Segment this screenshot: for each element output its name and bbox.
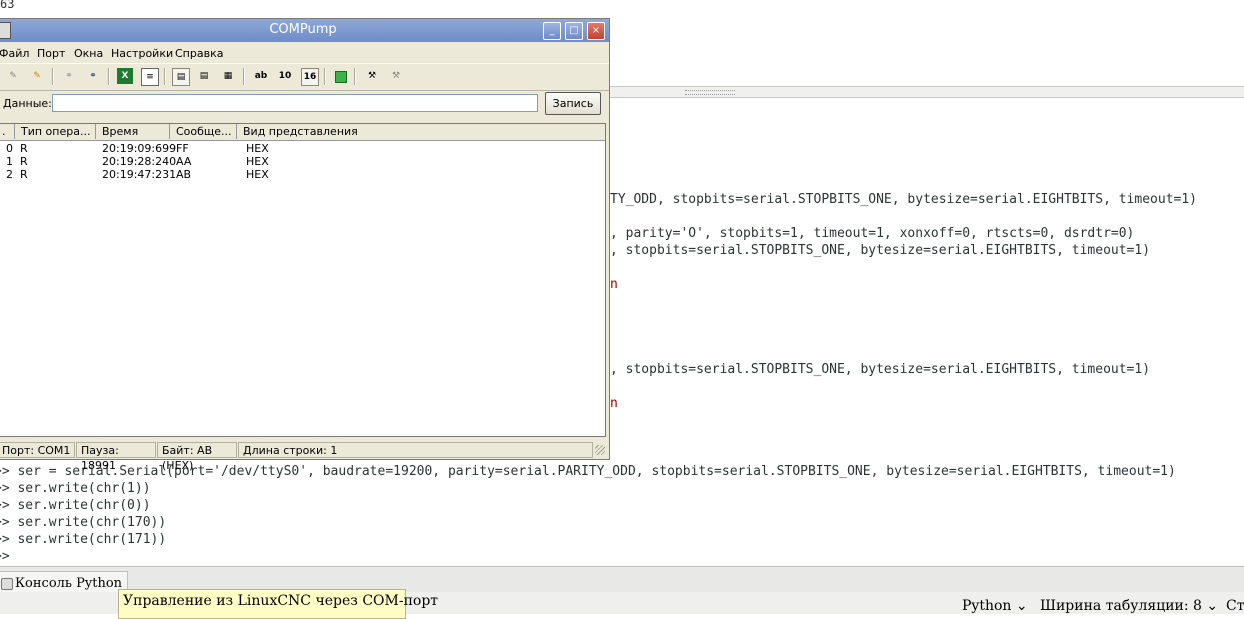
code-line: , parity='O', stopbits=1, timeout=1, xon… xyxy=(610,226,1135,241)
row-type: R xyxy=(20,155,28,168)
status-bar: Порт: COM1 Пауза: 18991 Байт: AB (HEX) Д… xyxy=(0,441,609,472)
view-list-icon[interactable]: ▤ xyxy=(196,68,212,84)
row-type: R xyxy=(20,168,28,181)
list-row[interactable]: 2 R 20:19:47:231 AB HEX xyxy=(0,168,605,181)
dec-view-icon[interactable]: 10 xyxy=(277,68,293,84)
green-status-icon[interactable] xyxy=(335,71,347,83)
status-pause: Пауза: 18991 xyxy=(76,442,156,472)
tab-width-label: Ширина табуляции: 8 xyxy=(1040,598,1202,614)
row-view: HEX xyxy=(246,142,269,155)
data-label: Данные: xyxy=(3,97,52,110)
tab-width-selector[interactable]: Ширина табуляции: 8 ⌄ xyxy=(1040,598,1218,614)
status-length: Длина строки: 1 xyxy=(238,442,593,458)
menu-port[interactable]: Порт xyxy=(37,47,65,60)
list-header: . Тип опера... Время Сообще... Вид предс… xyxy=(0,124,605,141)
console-prompt[interactable]: >> xyxy=(0,549,10,564)
row-time: 20:19:09:699 xyxy=(102,142,177,155)
console-line: >> ser.write(chr(170)) xyxy=(0,515,167,530)
toolbar-separator xyxy=(243,68,245,85)
console-line: >> ser.write(chr(171)) xyxy=(0,532,167,547)
tooltip-text: Управление из LinuxCNC через COM-порт xyxy=(123,593,439,609)
excel-icon[interactable]: X xyxy=(117,68,133,84)
row-type: R xyxy=(20,142,28,155)
compump-window: COMPump _ □ × Файл Порт Окна Настройки С… xyxy=(0,18,610,472)
row-message: AA xyxy=(176,155,192,168)
open-port-icon[interactable]: ✎ xyxy=(5,68,21,84)
resize-grip[interactable] xyxy=(595,445,605,455)
row-view: HEX xyxy=(246,168,269,181)
row-time: 20:19:47:231 xyxy=(102,168,177,181)
list-row[interactable]: 1 R 20:19:28:240 AA HEX xyxy=(0,155,605,168)
code-line: TY_ODD, stopbits=serial.STOPBITS_ONE, by… xyxy=(610,192,1197,207)
toolbar-separator xyxy=(324,68,326,85)
write-button[interactable]: Запись xyxy=(545,92,601,115)
message-list[interactable]: . Тип опера... Время Сообще... Вид предс… xyxy=(0,123,606,437)
window-title: COMPump xyxy=(269,22,337,37)
console-line: >> ser.write(chr(0)) xyxy=(0,498,151,513)
code-line: , stopbits=serial.STOPBITS_ONE, bytesize… xyxy=(610,243,1151,258)
menu-windows[interactable]: Окна xyxy=(74,47,103,60)
view-grid-icon[interactable]: ▦ xyxy=(220,68,236,84)
title-bar[interactable]: COMPump _ □ × xyxy=(0,19,609,42)
column-index[interactable]: . xyxy=(0,124,15,139)
minimize-button[interactable]: _ xyxy=(543,22,561,40)
row-index: 0 xyxy=(6,142,13,155)
list-row[interactable]: 0 R 20:19:09:699 FF HEX xyxy=(0,142,605,155)
column-type[interactable]: Тип опера... xyxy=(15,124,96,139)
column-message[interactable]: Сообще... xyxy=(170,124,237,139)
status-port: Порт: COM1 xyxy=(0,442,75,458)
row-index: 1 xyxy=(6,155,13,168)
row-message: AB xyxy=(176,168,192,181)
connect-icon[interactable]: ⚭ xyxy=(85,68,101,84)
settings-tools-icon[interactable]: ⚒ xyxy=(388,68,404,84)
toolbar-separator xyxy=(52,68,54,85)
menu-bar: Файл Порт Окна Настройки Справка xyxy=(0,43,609,63)
toolbar-separator xyxy=(164,68,166,85)
menu-settings[interactable]: Настройки xyxy=(111,47,173,60)
view-table-icon[interactable]: ▤ xyxy=(172,68,190,86)
hex-view-icon[interactable]: 16 xyxy=(301,68,319,86)
toolbar-separator xyxy=(354,68,356,85)
tooltip: Управление из LinuxCNC через COM-порт xyxy=(118,589,438,619)
console-line: >> ser.write(chr(1)) xyxy=(0,481,151,496)
notepad-icon[interactable]: ≡ xyxy=(141,68,159,86)
column-time[interactable]: Время xyxy=(96,124,170,139)
pane-divider[interactable] xyxy=(610,86,1244,98)
menu-help[interactable]: Справка xyxy=(175,47,223,60)
code-line: n xyxy=(610,277,618,292)
tab-label: Консоль Python xyxy=(15,576,123,591)
console-icon xyxy=(1,578,13,590)
close-button[interactable]: × xyxy=(587,22,605,40)
menu-file[interactable]: Файл xyxy=(0,47,29,60)
code-line: , stopbits=serial.STOPBITS_ONE, bytesize… xyxy=(610,362,1151,377)
ascii-view-icon[interactable]: ab xyxy=(253,68,269,84)
close-port-icon[interactable]: ✎ xyxy=(29,68,45,84)
toolbar: ✎ ✎ ⚭ ⚭ X ≡ ▤ ▤ ▦ ab 10 16 ⚒ ⚒ xyxy=(0,63,609,91)
row-time: 20:19:28:240 xyxy=(102,155,177,168)
code-line: n xyxy=(610,396,618,411)
cursor-position: Ст xyxy=(1226,598,1244,614)
line-number: 63 xyxy=(0,0,15,11)
chevron-down-icon: ⌄ xyxy=(1206,598,1219,614)
data-row: Данные: Запись xyxy=(0,91,609,117)
toolbar-separator xyxy=(108,68,110,85)
maximize-button[interactable]: □ xyxy=(565,22,583,40)
data-input[interactable] xyxy=(52,94,538,112)
row-index: 2 xyxy=(6,168,13,181)
row-message: FF xyxy=(176,142,189,155)
disconnect-icon[interactable]: ⚭ xyxy=(61,68,77,84)
tools-icon[interactable]: ⚒ xyxy=(364,68,380,84)
column-view[interactable]: Вид представления xyxy=(237,124,605,139)
chevron-down-icon: ⌄ xyxy=(1015,598,1028,614)
language-label: Python xyxy=(962,598,1012,614)
row-view: HEX xyxy=(246,155,269,168)
language-selector[interactable]: Python ⌄ xyxy=(962,598,1028,614)
status-byte: Байт: AB (HEX) xyxy=(157,442,237,472)
divider-grip[interactable] xyxy=(685,90,735,95)
